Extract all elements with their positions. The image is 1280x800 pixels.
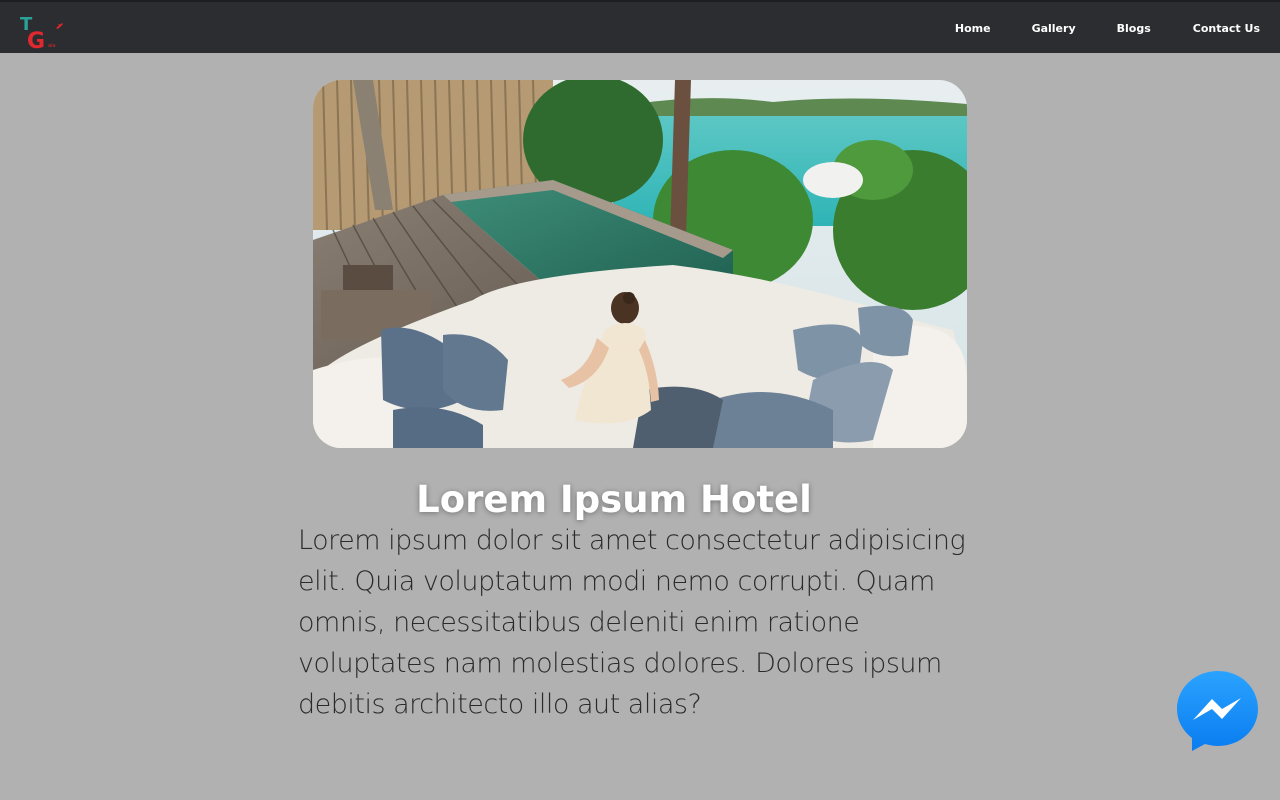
nav-gallery-link[interactable]: Gallery: [1032, 22, 1076, 35]
hotel-title: Lorem Ipsum Hotel: [416, 478, 812, 521]
tg-logo-icon[interactable]: T G ala: [18, 10, 68, 52]
nav-contact-link[interactable]: Contact Us: [1193, 22, 1260, 35]
top-navbar: T G ala Home Gallery Blogs Contact Us: [0, 0, 1280, 53]
messenger-chat-button[interactable]: [1177, 670, 1259, 752]
svg-text:ala: ala: [48, 43, 56, 49]
hotel-hero-image: [313, 80, 967, 448]
messenger-icon: [1177, 671, 1258, 751]
svg-text:G: G: [27, 29, 45, 52]
hotel-description: Lorem ipsum dolor sit amet consectetur a…: [298, 525, 966, 720]
resort-villa-photo: [313, 80, 967, 448]
main-nav: Home Gallery Blogs Contact Us: [955, 2, 1280, 55]
nav-home-link[interactable]: Home: [955, 22, 991, 35]
nav-blogs-link[interactable]: Blogs: [1117, 22, 1151, 35]
